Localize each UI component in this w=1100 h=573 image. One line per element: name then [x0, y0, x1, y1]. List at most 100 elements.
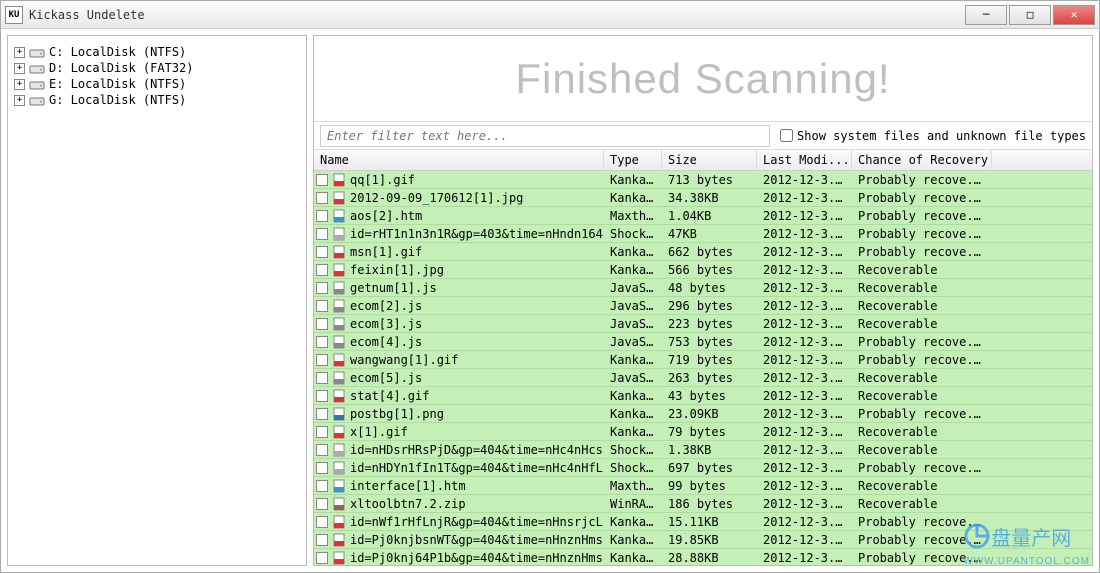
- table-row[interactable]: id=Pj0knjbsnWT&gp=404&time=nHnznHmsnjRs.…: [314, 531, 1092, 549]
- expand-icon[interactable]: +: [14, 79, 25, 90]
- row-checkbox[interactable]: [316, 174, 328, 186]
- file-modified: 2012-12-3...: [757, 191, 852, 205]
- drive-icon: [29, 77, 45, 91]
- file-icon: [332, 263, 346, 277]
- drive-item[interactable]: +C: LocalDisk (NTFS): [12, 44, 302, 60]
- file-recovery: Probably recove...: [852, 551, 992, 565]
- file-name: getnum[1].js: [350, 281, 437, 295]
- table-row[interactable]: id=rHT1n1n3n1R&gp=403&time=nHndn164rj6k.…: [314, 225, 1092, 243]
- col-type-header[interactable]: Type: [604, 150, 662, 170]
- row-checkbox[interactable]: [316, 246, 328, 258]
- table-row[interactable]: qq[1].gifKanka...713 bytes2012-12-3...Pr…: [314, 171, 1092, 189]
- show-system-toggle[interactable]: Show system files and unknown file types: [780, 129, 1086, 143]
- file-modified: 2012-12-3...: [757, 209, 852, 223]
- row-checkbox[interactable]: [316, 552, 328, 564]
- file-icon: [332, 443, 346, 457]
- table-row[interactable]: id=nHDYn1fIn1T&gp=404&time=nHc4nHfLrHnv.…: [314, 459, 1092, 477]
- titlebar[interactable]: KU Kickass Undelete ─ □ ✕: [1, 1, 1099, 29]
- row-checkbox[interactable]: [316, 480, 328, 492]
- table-row[interactable]: id=nHDsrHRsPjD&gp=404&time=nHc4nHcsnWD4.…: [314, 441, 1092, 459]
- table-row[interactable]: ecom[4].jsJavaS...753 bytes2012-12-3...P…: [314, 333, 1092, 351]
- row-checkbox[interactable]: [316, 444, 328, 456]
- table-row[interactable]: stat[4].gifKanka...43 bytes2012-12-3...R…: [314, 387, 1092, 405]
- maximize-button[interactable]: □: [1009, 5, 1051, 25]
- close-button[interactable]: ✕: [1053, 5, 1095, 25]
- row-checkbox[interactable]: [316, 282, 328, 294]
- file-size: 1.04KB: [662, 209, 757, 223]
- row-checkbox[interactable]: [316, 498, 328, 510]
- col-recovery-header[interactable]: Chance of Recovery: [852, 150, 992, 170]
- drive-item[interactable]: +D: LocalDisk (FAT32): [12, 60, 302, 76]
- table-row[interactable]: getnum[1].jsJavaS...48 bytes2012-12-3...…: [314, 279, 1092, 297]
- row-checkbox[interactable]: [316, 300, 328, 312]
- table-row[interactable]: interface[1].htmMaxth...99 bytes2012-12-…: [314, 477, 1092, 495]
- drive-icon: [29, 61, 45, 75]
- file-type: Kanka...: [604, 353, 662, 367]
- row-checkbox[interactable]: [316, 354, 328, 366]
- row-checkbox[interactable]: [316, 372, 328, 384]
- file-recovery: Recoverable: [852, 371, 992, 385]
- col-name-header[interactable]: Name: [314, 150, 604, 170]
- row-checkbox[interactable]: [316, 462, 328, 474]
- row-checkbox[interactable]: [316, 264, 328, 276]
- table-row[interactable]: 2012-09-09_170612[1].jpgKanka...34.38KB2…: [314, 189, 1092, 207]
- file-type: JavaS...: [604, 371, 662, 385]
- main-panel: Finished Scanning! Show system files and…: [313, 35, 1093, 566]
- row-checkbox[interactable]: [316, 426, 328, 438]
- filter-bar: Show system files and unknown file types: [314, 122, 1092, 150]
- table-row[interactable]: ecom[5].jsJavaS...263 bytes2012-12-3...R…: [314, 369, 1092, 387]
- table-row[interactable]: ecom[3].jsJavaS...223 bytes2012-12-3...R…: [314, 315, 1092, 333]
- row-checkbox[interactable]: [316, 228, 328, 240]
- expand-icon[interactable]: +: [14, 95, 25, 106]
- expand-icon[interactable]: +: [14, 63, 25, 74]
- col-modified-header[interactable]: Last Modi...: [757, 150, 852, 170]
- file-icon: [332, 353, 346, 367]
- file-type: Kanka...: [604, 533, 662, 547]
- drive-item[interactable]: +G: LocalDisk (NTFS): [12, 92, 302, 108]
- status-banner: Finished Scanning!: [314, 36, 1092, 122]
- row-checkbox[interactable]: [316, 516, 328, 528]
- show-system-checkbox[interactable]: [780, 129, 793, 142]
- table-row[interactable]: aos[2].htmMaxth...1.04KB2012-12-3...Prob…: [314, 207, 1092, 225]
- row-checkbox[interactable]: [316, 336, 328, 348]
- file-icon: [332, 317, 346, 331]
- file-modified: 2012-12-3...: [757, 389, 852, 403]
- file-icon: [332, 389, 346, 403]
- row-checkbox[interactable]: [316, 390, 328, 402]
- row-checkbox[interactable]: [316, 192, 328, 204]
- app-icon: KU: [5, 6, 23, 24]
- file-icon: [332, 515, 346, 529]
- table-row[interactable]: xltoolbtn7.2.zipWinRA...186 bytes2012-12…: [314, 495, 1092, 513]
- file-modified: 2012-12-3...: [757, 497, 852, 511]
- file-modified: 2012-12-3...: [757, 479, 852, 493]
- table-row[interactable]: id=nWf1rHfLnjR&gp=404&time=nHnsrjcLn1Dz.…: [314, 513, 1092, 531]
- file-type: Kanka...: [604, 245, 662, 259]
- file-table[interactable]: Name Type Size Last Modi... Chance of Re…: [314, 150, 1092, 565]
- file-modified: 2012-12-3...: [757, 515, 852, 529]
- table-row[interactable]: postbg[1].pngKanka...23.09KB2012-12-3...…: [314, 405, 1092, 423]
- table-row[interactable]: wangwang[1].gifKanka...719 bytes2012-12-…: [314, 351, 1092, 369]
- file-type: Kanka...: [604, 407, 662, 421]
- col-size-header[interactable]: Size: [662, 150, 757, 170]
- file-name: aos[2].htm: [350, 209, 422, 223]
- file-modified: 2012-12-3...: [757, 533, 852, 547]
- row-checkbox[interactable]: [316, 408, 328, 420]
- file-size: 223 bytes: [662, 317, 757, 331]
- table-row[interactable]: x[1].gifKanka...79 bytes2012-12-3...Reco…: [314, 423, 1092, 441]
- table-row[interactable]: id=Pj0knj64P1b&gp=404&time=nHnznHmsnjf4.…: [314, 549, 1092, 565]
- row-checkbox[interactable]: [316, 534, 328, 546]
- file-type: Kanka...: [604, 425, 662, 439]
- table-row[interactable]: msn[1].gifKanka...662 bytes2012-12-3...P…: [314, 243, 1092, 261]
- table-row[interactable]: feixin[1].jpgKanka...566 bytes2012-12-3.…: [314, 261, 1092, 279]
- filter-input[interactable]: [320, 125, 770, 147]
- row-checkbox[interactable]: [316, 210, 328, 222]
- expand-icon[interactable]: +: [14, 47, 25, 58]
- file-type: Kanka...: [604, 551, 662, 565]
- file-size: 47KB: [662, 227, 757, 241]
- row-checkbox[interactable]: [316, 318, 328, 330]
- table-row[interactable]: ecom[2].jsJavaS...296 bytes2012-12-3...R…: [314, 297, 1092, 315]
- file-icon: [332, 209, 346, 223]
- file-icon: [332, 479, 346, 493]
- minimize-button[interactable]: ─: [965, 5, 1007, 25]
- drive-item[interactable]: +E: LocalDisk (NTFS): [12, 76, 302, 92]
